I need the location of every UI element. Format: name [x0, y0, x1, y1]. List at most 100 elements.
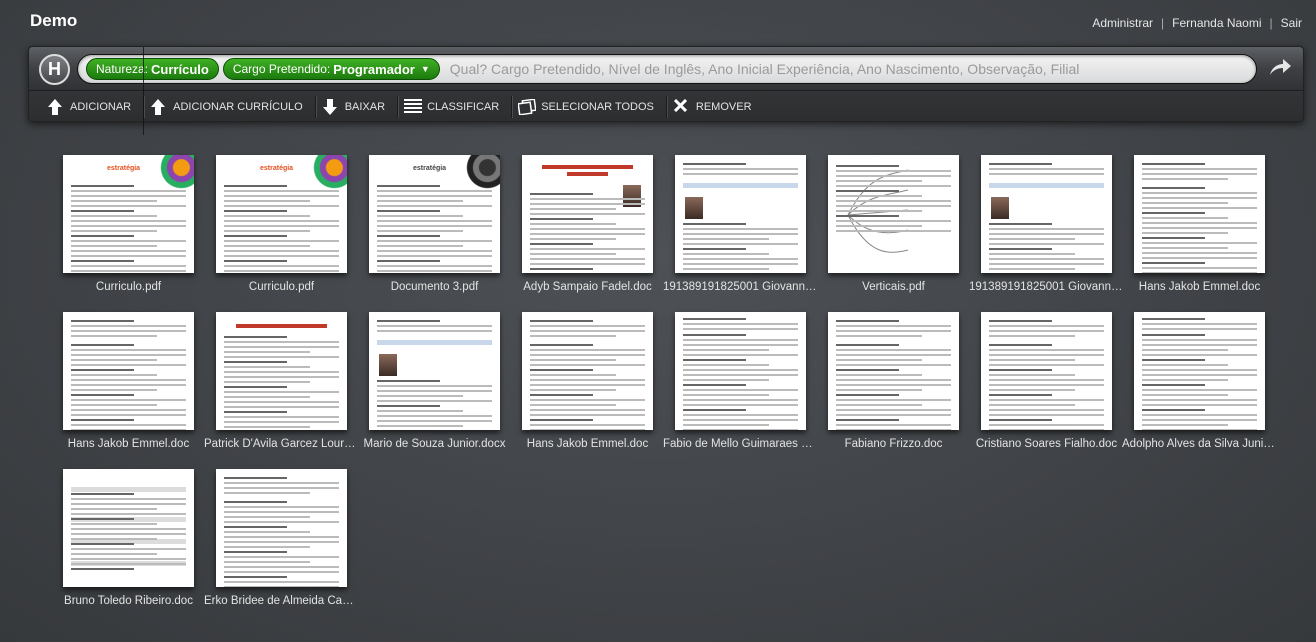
file-item[interactable]: Cristiano Soares Fialho.doc — [976, 312, 1117, 450]
select-all-icon — [517, 98, 537, 116]
file-thumbnail[interactable] — [981, 155, 1112, 273]
search-input[interactable]: Natureza: Currículo Cargo Pretendido: Pr… — [77, 54, 1257, 84]
thumb-text — [1142, 318, 1257, 333]
file-thumbnail[interactable] — [216, 312, 347, 430]
arrow-up-icon — [47, 99, 63, 115]
file-name: Hans Jakob Emmel.doc — [67, 438, 190, 450]
file-item[interactable]: Hans Jakob Emmel.doc — [63, 312, 194, 450]
file-item[interactable]: estratégia Curriculo.pdf — [216, 155, 347, 293]
thumb-text — [224, 185, 339, 273]
file-name: Hans Jakob Emmel.doc — [1138, 281, 1261, 293]
download-label: BAIXAR — [344, 101, 386, 113]
share-arrow-icon[interactable] — [1267, 57, 1293, 79]
thumb-text — [71, 320, 186, 340]
link-administrar[interactable]: Administrar — [1092, 16, 1153, 30]
thumb-text — [530, 193, 645, 273]
file-item[interactable]: estratégia Curriculo.pdf — [63, 155, 194, 293]
sort-label: CLASSIFICAR — [427, 101, 500, 113]
divider — [143, 47, 144, 135]
file-thumbnail[interactable] — [675, 155, 806, 273]
chevron-down-icon[interactable]: ▼ — [421, 64, 430, 74]
thumb-text — [377, 320, 492, 335]
thumb-text — [683, 334, 798, 430]
file-thumbnail[interactable] — [63, 469, 194, 587]
separator: | — [1161, 16, 1165, 30]
arrow-down-icon — [322, 99, 338, 115]
file-thumbnail[interactable] — [981, 312, 1112, 430]
thumb-text — [836, 344, 951, 430]
file-item[interactable]: Patrick D'Avila Garcez Lourenço.doc — [204, 312, 359, 450]
file-item[interactable]: Hans Jakob Emmel.doc — [522, 312, 653, 450]
add-resume-button[interactable]: ADICIONAR CURRÍCULO — [144, 96, 316, 118]
file-name: Erko Bridee de Almeida Cabrera.doc — [204, 595, 359, 607]
file-thumbnail[interactable]: estratégia — [63, 155, 194, 273]
file-thumbnail[interactable] — [369, 312, 500, 430]
thumb-text — [71, 185, 186, 273]
logo-icon[interactable]: H — [39, 54, 70, 85]
file-name: Verticais.pdf — [862, 281, 925, 293]
file-thumbnail[interactable] — [675, 312, 806, 430]
file-name: Adyb Sampaio Fadel.doc — [523, 281, 652, 293]
file-item[interactable]: estratégia Documento 3.pdf — [369, 155, 500, 293]
thumb-text — [836, 320, 951, 340]
file-name: Curriculo.pdf — [95, 281, 162, 293]
sort-button[interactable]: CLASSIFICAR — [398, 96, 513, 118]
thumb-text — [1142, 163, 1257, 183]
file-thumbnail[interactable] — [216, 469, 347, 587]
thumb-text — [530, 344, 645, 430]
thumb-text — [683, 223, 798, 273]
link-user[interactable]: Fernanda Naomi — [1172, 16, 1261, 30]
thumb-text — [989, 223, 1104, 273]
thumb-text — [224, 336, 339, 430]
file-name: Adolpho Alves da Silva Junior.doc — [1122, 438, 1277, 450]
thumb-text — [989, 163, 1104, 178]
download-button[interactable]: BAIXAR — [316, 96, 399, 118]
file-thumbnail[interactable]: estratégia — [216, 155, 347, 273]
link-sair[interactable]: Sair — [1281, 16, 1302, 30]
file-thumbnail[interactable] — [1134, 155, 1265, 273]
thumb-text — [377, 380, 492, 430]
file-item[interactable]: Hans Jakob Emmel.doc — [1134, 155, 1265, 293]
search-placeholder: Qual? Cargo Pretendido, Nível de Inglês,… — [449, 61, 1080, 77]
file-item[interactable]: Bruno Toledo Ribeiro.doc — [63, 469, 194, 607]
arrow-up-icon — [150, 99, 166, 115]
file-item[interactable]: Erko Bridee de Almeida Cabrera.doc — [204, 469, 359, 607]
list-icon — [404, 99, 423, 115]
file-name: Hans Jakob Emmel.doc — [526, 438, 649, 450]
file-name: Mario de Souza Junior.docx — [363, 438, 506, 450]
remove-button[interactable]: REMOVER — [667, 96, 764, 118]
file-name: Cristiano Soares Fialho.doc — [975, 438, 1118, 450]
file-thumbnail[interactable] — [63, 312, 194, 430]
file-item[interactable]: Verticais.pdf — [828, 155, 959, 293]
file-item[interactable]: Fabiano Frizzo.doc — [828, 312, 959, 450]
chip-natureza[interactable]: Natureza: Currículo — [86, 58, 219, 80]
app-title: Demo — [30, 11, 78, 30]
file-item[interactable]: Fabio de Mello Guimaraes Junior.doc — [663, 312, 818, 450]
file-thumbnail[interactable] — [1134, 312, 1265, 430]
add-button[interactable]: ADICIONAR — [41, 96, 145, 118]
thumb-text — [224, 477, 339, 497]
search-panel: H Natureza: Currículo Cargo Pretendido: … — [28, 46, 1304, 135]
thumb-text — [1142, 187, 1257, 273]
file-thumbnail[interactable] — [828, 155, 959, 273]
file-thumbnail[interactable] — [522, 155, 653, 273]
add-resume-label: ADICIONAR CURRÍCULO — [173, 101, 303, 113]
file-name: Patrick D'Avila Garcez Lourenço.doc — [204, 438, 359, 450]
select-all-button[interactable]: SELECIONAR TODOS — [512, 96, 667, 118]
file-item[interactable]: 191389191825001 Giovanni De Angelis.pdf — [969, 155, 1124, 293]
file-thumbnail[interactable] — [828, 312, 959, 430]
file-item[interactable]: Mario de Souza Junior.docx — [364, 312, 505, 450]
file-thumbnail[interactable]: estratégia — [369, 155, 500, 273]
thumb-text — [1142, 334, 1257, 430]
toolbar: ADICIONAR ADICIONAR CURRÍCULO BAIXAR CLA… — [29, 91, 1303, 123]
file-thumbnail[interactable] — [522, 312, 653, 430]
add-label: ADICIONAR — [70, 101, 132, 113]
file-item[interactable]: Adolpho Alves da Silva Junior.doc — [1122, 312, 1277, 450]
thumb-text — [377, 185, 492, 273]
remove-label: REMOVER — [695, 101, 752, 113]
chip-cargo-pretendido[interactable]: Cargo Pretendido: Programador ▼ — [222, 58, 440, 80]
file-item[interactable]: Adyb Sampaio Fadel.doc — [522, 155, 653, 293]
select-all-label: SELECIONAR TODOS — [541, 101, 654, 113]
file-item[interactable]: 191389191825001 Giovanni De Angelis.pdf — [663, 155, 818, 293]
file-name: Fabio de Mello Guimaraes Junior.doc — [663, 438, 818, 450]
